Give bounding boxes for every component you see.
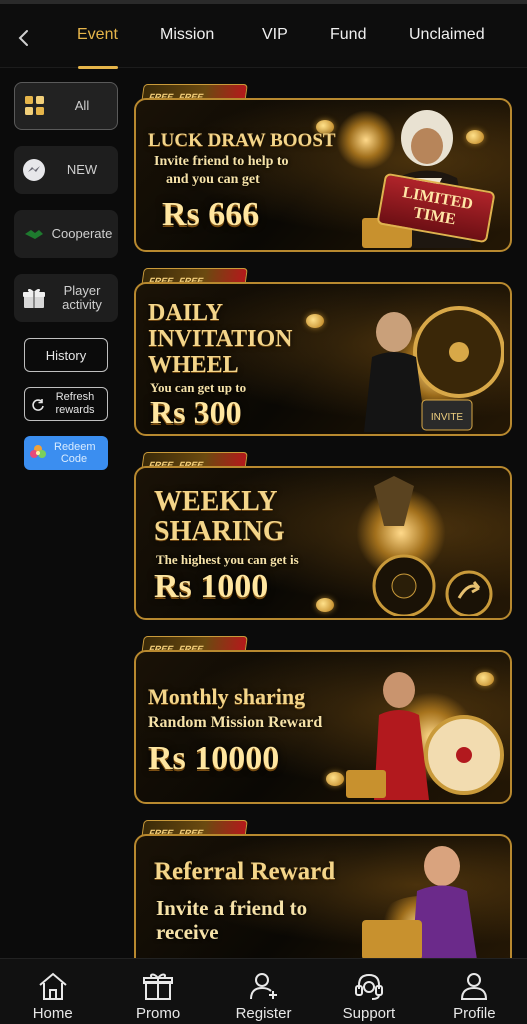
svg-text:INVITE: INVITE (431, 412, 464, 423)
refresh-rewards-label: Refresh rewards (55, 391, 95, 416)
nav-support[interactable]: Support (316, 959, 421, 1024)
banner-amount: Rs 300 (150, 394, 242, 430)
tab-unclaimed[interactable]: Unclaimed (409, 26, 485, 44)
nav-label: Support (342, 1005, 396, 1022)
banner-amount: Rs 666 (162, 196, 260, 233)
history-button[interactable]: History (24, 338, 108, 372)
banner-subtitle: and you can get (166, 172, 260, 187)
tab-vip[interactable]: VIP (262, 26, 288, 44)
nav-promo[interactable]: Promo (105, 959, 210, 1024)
banner-subtitle: Invite a friend to (156, 896, 308, 920)
nav-profile[interactable]: Profile (422, 959, 527, 1024)
redeem-code-button[interactable]: Redeem Code (24, 436, 108, 470)
banner-daily-invitation-wheel[interactable]: DAILY INVITATION WHEEL You can get up to… (134, 282, 512, 436)
sidebar-item-all[interactable]: All (14, 82, 118, 130)
back-button[interactable] (10, 24, 38, 52)
wheel-illustration: INVITE (364, 306, 504, 432)
refresh-rewards-button[interactable]: Refresh rewards (24, 387, 108, 421)
banner-title: Monthly sharing (148, 684, 306, 709)
add-user-icon (246, 971, 282, 1001)
banner-title: SHARING (154, 516, 285, 547)
home-icon (35, 971, 71, 1001)
flower-icon (30, 445, 46, 458)
banner-subtitle: Random Mission Reward (148, 714, 323, 731)
chevron-left-icon (18, 30, 28, 46)
banner-title: WEEKLY (154, 486, 278, 517)
top-tab-bar: Event Mission VIP Fund Unclaimed (0, 0, 527, 69)
banner-luck-draw-boost[interactable]: LUCK DRAW BOOST Invite friend to help to… (134, 98, 512, 252)
banner-title: WHEEL (148, 352, 239, 378)
bottom-nav: Home Promo Register Support Profile (0, 958, 527, 1024)
nav-label: Register (235, 1005, 292, 1022)
tab-fund[interactable]: Fund (330, 26, 366, 44)
gift-icon (140, 971, 176, 1001)
sidebar-item-label: All (74, 98, 90, 113)
wheel-illustration (372, 476, 493, 616)
tab-mission[interactable]: Mission (160, 26, 214, 44)
gift-icon (22, 286, 46, 310)
banner-weekly-sharing[interactable]: WEEKLY SHARING The highest you can get i… (134, 466, 512, 620)
nav-register[interactable]: Register (211, 959, 316, 1024)
sidebar-item-cooperate[interactable]: Cooperate (14, 210, 118, 258)
banner-subtitle: receive (156, 920, 219, 944)
category-sidebar: All NEW Cooperate Player activity Histor… (0, 68, 128, 958)
wheel-illustration (346, 672, 504, 800)
banner-amount: Rs 10000 (148, 740, 280, 777)
sidebar-item-label: NEW (66, 162, 98, 177)
tab-event[interactable]: Event (77, 26, 118, 44)
banner-title: LUCK DRAW BOOST (148, 130, 336, 151)
sidebar-item-label: Cooperate (51, 226, 113, 241)
user-icon (456, 971, 492, 1001)
sidebar-item-new[interactable]: NEW (14, 146, 118, 194)
redeem-code-label: Redeem Code (54, 441, 96, 465)
grid-icon (23, 94, 47, 118)
banner-amount: Rs 1000 (154, 568, 269, 605)
sidebar-item-label: Player activity (62, 283, 102, 312)
banner-subtitle: The highest you can get is (156, 552, 299, 567)
character-illustration (362, 846, 477, 958)
handshake-icon (22, 222, 46, 246)
nav-label: Home (32, 1005, 73, 1022)
banner-title: DAILY (148, 300, 224, 326)
banner-title: Referral Reward (154, 858, 336, 885)
messenger-icon (22, 158, 46, 182)
refresh-icon (32, 399, 44, 411)
sidebar-item-player-activity[interactable]: Player activity (14, 274, 118, 322)
nav-label: Profile (453, 1005, 496, 1022)
headset-icon (351, 971, 387, 1001)
banner-subtitle: Invite friend to help to (154, 154, 289, 169)
banner-monthly-sharing[interactable]: Monthly sharing Random Mission Reward Rs… (134, 650, 512, 804)
banner-referral-reward[interactable]: Referral Reward Invite a friend to recei… (134, 834, 512, 958)
nav-label: Promo (136, 1005, 181, 1022)
banner-title: INVITATION (148, 326, 293, 352)
nav-home[interactable]: Home (0, 959, 105, 1024)
